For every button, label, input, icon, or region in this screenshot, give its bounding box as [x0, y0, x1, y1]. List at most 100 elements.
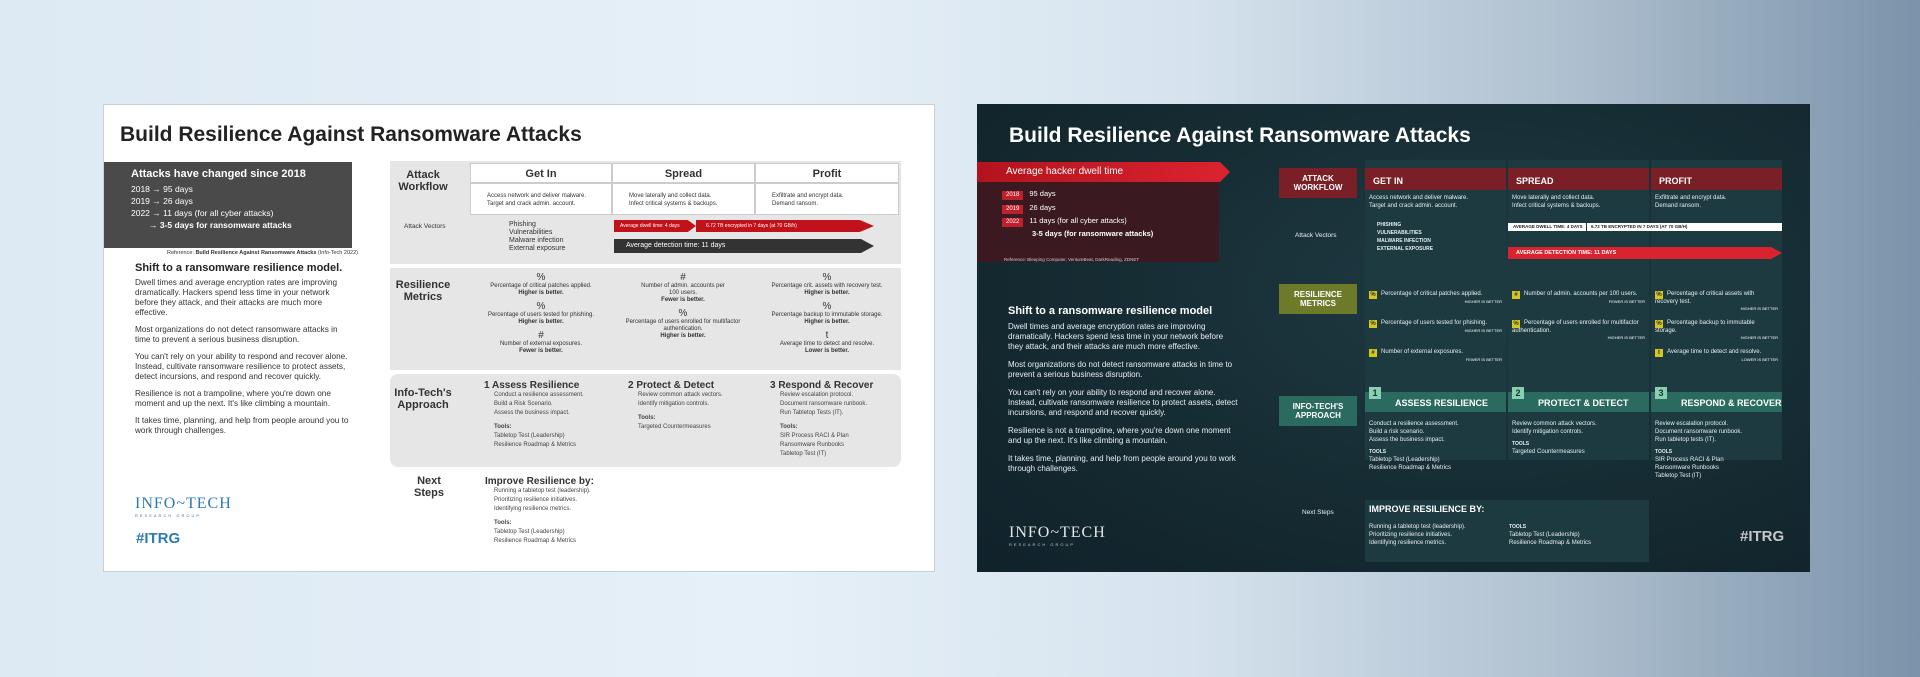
col-get-in: Get In — [470, 163, 612, 183]
list-item: Prioritizing resilience initiatives. — [1369, 532, 1453, 538]
getin-cell: Access network and deliver malware. Targ… — [470, 183, 612, 215]
tool-item: Resilience Roadmap & Metrics — [1509, 540, 1592, 546]
vector-item: Vulnerabilities — [509, 229, 553, 236]
time-icon: t — [825, 330, 829, 341]
percent-icon: % — [822, 272, 832, 283]
row-label-next: Next Steps — [1302, 509, 1334, 516]
vector-item: Phishing — [509, 221, 536, 228]
list-item: Target and crack admin. account. — [1369, 203, 1458, 209]
encrypt-bar: 6.72 TB ENCRYPTED IN 7 DAYS (AT 70 GB/H) — [1587, 223, 1782, 231]
list-item: Review escalation protocol. — [780, 392, 854, 398]
reference-title: Build Resilience Against Ransomware Atta… — [195, 250, 317, 256]
list-item: Review common attack vectors. — [638, 392, 723, 398]
info-tech-logo: INFO~TECH RESEARCH GROUP — [1009, 524, 1106, 547]
light-infographic: Build Resilience Against Ransomware Atta… — [103, 104, 935, 572]
paragraph: It takes time, planning, and help from p… — [1008, 454, 1236, 473]
dwell-bar: AVERAGE DWELL TIME: 4 DAYS — [1508, 223, 1586, 231]
itrg-logo: #ITRG — [136, 530, 181, 547]
metric-direction: HIGHER IS BETTER — [1464, 328, 1502, 333]
spread-cell: Move laterally and collect data. Infect … — [612, 183, 755, 215]
tools-label: Tools: — [494, 424, 512, 430]
metric-desc: Percentage of users enrolled for multifa… — [1512, 320, 1639, 334]
metric-direction: Lower is better. — [804, 348, 849, 354]
body-heading: Shift to a ransomware resilience model — [1008, 305, 1213, 317]
percent-icon: % — [1655, 291, 1663, 299]
hash-icon: # — [680, 272, 686, 283]
metric-desc: Number of external exposures. — [499, 341, 583, 347]
metric-card: % Percentage of users enrolled for multif… — [1512, 320, 1645, 340]
row-label-metrics: RESILIENCE METRICS — [1279, 284, 1357, 314]
year-row: 2022 11 days (for all cyber attacks) — [1002, 214, 1153, 228]
list-item: Running a tabletop test (leadership). — [494, 488, 591, 494]
step-respond-header: RESPOND & RECOVER — [1651, 392, 1782, 412]
profit-cell: Exfiltrate and encrypt data. Demand rans… — [1655, 194, 1726, 210]
year-text: 95 days — [1029, 189, 1056, 198]
metric-direction: Higher is better. — [804, 319, 850, 325]
hash-icon: # — [538, 330, 544, 341]
metric-text: Percentage of users enrolled for multifa… — [616, 319, 750, 340]
next-title: Improve Resilience by: — [485, 476, 594, 487]
tool-item: SIR Process RACI & Plan — [780, 433, 849, 439]
metric-desc: Number of external exposures. — [1381, 349, 1464, 355]
next-tools: TOOLS Tabletop Test (Leadership) Resilie… — [1509, 523, 1591, 547]
dwell-banner: Average hacker dwell time — [977, 162, 1220, 182]
col-get-in: GET IN — [1365, 168, 1506, 190]
box-line: 2018 → 95 days — [131, 184, 193, 194]
step-number: 1 — [1369, 387, 1381, 399]
vector-item: EXTERNAL EXPOSURE — [1377, 246, 1434, 252]
metric-direction: Higher is better. — [804, 290, 850, 296]
detection-bar: AVERAGE DETECTION TIME: 11 DAYS — [1508, 247, 1782, 259]
metric-card: % Percentage of critical patches applied.… — [1369, 291, 1502, 304]
list-item: Exfiltrate and encrypt data. — [1655, 195, 1727, 201]
list-item: Target and crack admin. account. — [487, 201, 576, 207]
list-item: Infect critical systems & backups. — [629, 201, 718, 207]
metric-direction: Higher is better. — [518, 290, 564, 296]
profit-cell: Exfiltrate and encrypt data. Demand rans… — [755, 183, 899, 215]
percent-icon: % — [1369, 291, 1377, 299]
paragraph: Dwell times and average encryption rates… — [135, 278, 338, 317]
time-icon: t — [1655, 349, 1663, 357]
logo-text: INFO~TECH — [135, 495, 232, 512]
metric-text: Percentage crit. assets with recovery te… — [759, 283, 895, 297]
list-item: Identify mitigation controls. — [1512, 429, 1584, 435]
tool-item: Tabletop Test (Leadership) — [1369, 457, 1440, 463]
tool-item: Targeted Countermeasures — [1512, 449, 1585, 455]
step-protect: 2 Protect & Detect Review common attack … — [628, 380, 748, 432]
metric-text: Percentage of critical patches applied. H… — [474, 283, 608, 297]
col-spread: SPREAD — [1508, 168, 1649, 190]
dwell-bar-label: Average dwell time: 4 days — [620, 223, 680, 229]
row-label-approach: Info-Tech's Approach — [394, 387, 452, 411]
metric-direction: Higher is better. — [660, 333, 706, 339]
tools-label: TOOLS — [1655, 449, 1673, 455]
metric-card: # Number of external exposures. Fewer is … — [474, 331, 608, 355]
metric-card: % Percentage of users tested for phishin… — [474, 302, 608, 326]
metric-card: # Number of external exposures. FEWER IS … — [1369, 349, 1502, 362]
paragraph: Most organizations do not detect ransomw… — [135, 325, 338, 344]
tool-item: Resilience Roadmap & Metrics — [1369, 465, 1452, 471]
reference-source: (Info-Tech 2022) — [317, 250, 358, 256]
metric-desc: Percentage of users tested for phishing. — [1381, 320, 1488, 326]
metric-desc: Average time to detect and resolve. — [1667, 349, 1762, 355]
list-item: Infect critical systems & backups. — [1512, 203, 1601, 209]
row-label-metrics: Resilience Metrics — [395, 279, 451, 303]
metric-card: % Percentage backup to immutable storage… — [759, 302, 895, 326]
step-respond: Review escalation protocol. Document ran… — [1655, 420, 1742, 480]
reference-note: Reference: Build Resilience Against Rans… — [167, 250, 358, 256]
paragraph: Resilience is not a trampoline, where yo… — [135, 389, 331, 408]
step-title: 2 Protect & Detect — [628, 380, 715, 391]
metric-card: % Percentage of critical patches applied… — [474, 273, 608, 297]
percent-icon: % — [1369, 320, 1377, 328]
list-item: Document ransomware runbook. — [780, 401, 868, 407]
metric-direction: FEWER IS BETTER — [1608, 299, 1645, 304]
next-title: IMPROVE RESILIENCE BY: — [1369, 504, 1485, 514]
list-item: Run tabletop tests (IT). — [1655, 437, 1717, 443]
metric-desc: Percentage backup to immutable storage. — [771, 312, 883, 318]
metric-text: Number of external exposures. Fewer is be… — [474, 341, 608, 355]
box-title: Attacks have changed since 2018 — [131, 168, 306, 180]
metric-card: # Number of admin. accounts per 100 user… — [616, 273, 750, 304]
metric-direction: FEWER IS BETTER — [1465, 357, 1502, 362]
list-item: Identify mitigation controls. — [638, 401, 710, 407]
spread-cell: Move laterally and collect data. Infect … — [1512, 194, 1600, 210]
metric-direction: HIGHER IS BETTER — [1607, 335, 1645, 340]
tools-label: Tools: — [780, 424, 798, 430]
